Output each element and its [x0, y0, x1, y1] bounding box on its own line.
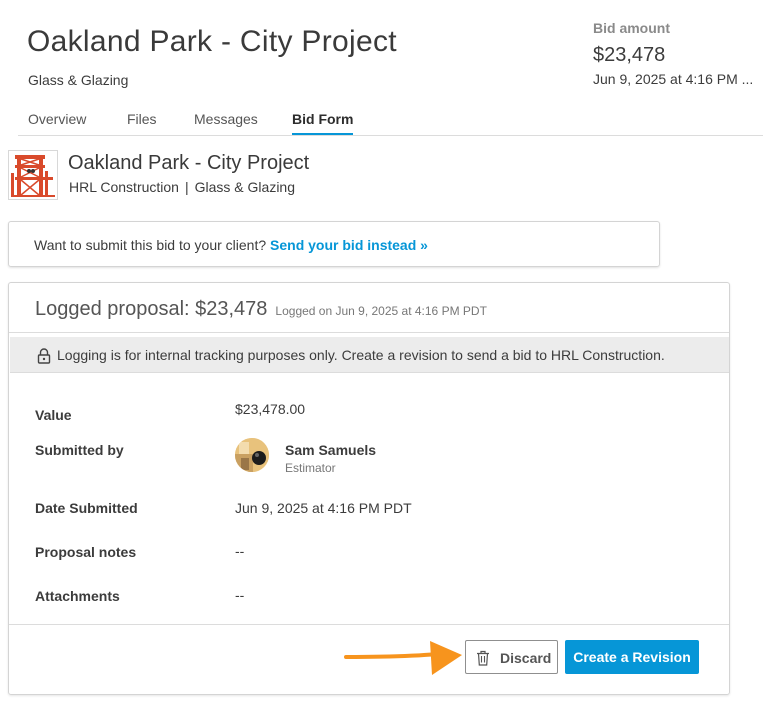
proposal-logged-on: Logged on Jun 9, 2025 at 4:16 PM PDT [275, 304, 487, 318]
notice-text: Want to submit this bid to your client? [34, 237, 271, 253]
date-submitted-label: Date Submitted [35, 500, 138, 516]
tab-overview[interactable]: Overview [28, 111, 86, 127]
attachments-value: -- [235, 587, 245, 603]
submit-notice: Want to submit this bid to your client? … [8, 221, 660, 267]
value-label: Value [35, 407, 72, 423]
tab-messages[interactable]: Messages [194, 111, 258, 127]
project-separator: | [184, 179, 189, 195]
tab-files[interactable]: Files [127, 111, 157, 127]
footer-divider [9, 624, 729, 625]
date-submitted-value: Jun 9, 2025 at 4:16 PM PDT [235, 500, 412, 516]
bid-amount-label: Bid amount [593, 20, 670, 36]
bid-amount-value: $23,478 [593, 44, 666, 66]
create-revision-button[interactable]: Create a Revision [565, 640, 699, 674]
proposal-notes-value: -- [235, 543, 245, 559]
send-bid-link[interactable]: Send your bid instead » [270, 237, 428, 253]
submitted-by-label: Submitted by [35, 442, 124, 458]
bridge-logo-icon [11, 155, 55, 197]
project-trade-detail: Glass & Glazing [194, 179, 295, 195]
logged-proposal-panel: Logged proposal: $23,478 Logged on Jun 9,… [8, 282, 730, 695]
submitter-role: Estimator [285, 461, 336, 475]
project-title: Oakland Park - City Project [27, 25, 397, 58]
project-trade: Glass & Glazing [28, 72, 129, 88]
submitter-name: Sam Samuels [285, 442, 377, 458]
discard-label: Discard [500, 650, 552, 666]
discard-button[interactable]: Discard [465, 640, 558, 674]
bid-amount-date: Jun 9, 2025 at 4:16 PM ... [593, 71, 754, 87]
trash-icon [477, 650, 489, 666]
banner-text: Logging is for internal tracking purpose… [57, 347, 665, 363]
avatar [235, 438, 269, 472]
tab-bar: Overview Files Messages Bid Form [18, 104, 763, 136]
lock-icon [37, 348, 51, 364]
tab-bid-form[interactable]: Bid Form [292, 111, 354, 135]
attachments-label: Attachments [35, 588, 120, 604]
company-logo [8, 150, 58, 200]
proposal-notes-label: Proposal notes [35, 544, 137, 560]
proposal-title: Logged proposal: $23,478 [35, 298, 268, 320]
panel-divider [9, 332, 729, 333]
submitter-photo [235, 438, 269, 472]
value-amount: $23,478.00 [235, 401, 306, 417]
internal-tracking-banner: Logging is for internal tracking purpose… [10, 337, 729, 373]
project-details: HRL Construction | Glass & Glazing [69, 179, 295, 195]
project-company: HRL Construction [69, 179, 179, 195]
highlight-arrow [344, 641, 462, 675]
project-name: Oakland Park - City Project [68, 152, 310, 174]
